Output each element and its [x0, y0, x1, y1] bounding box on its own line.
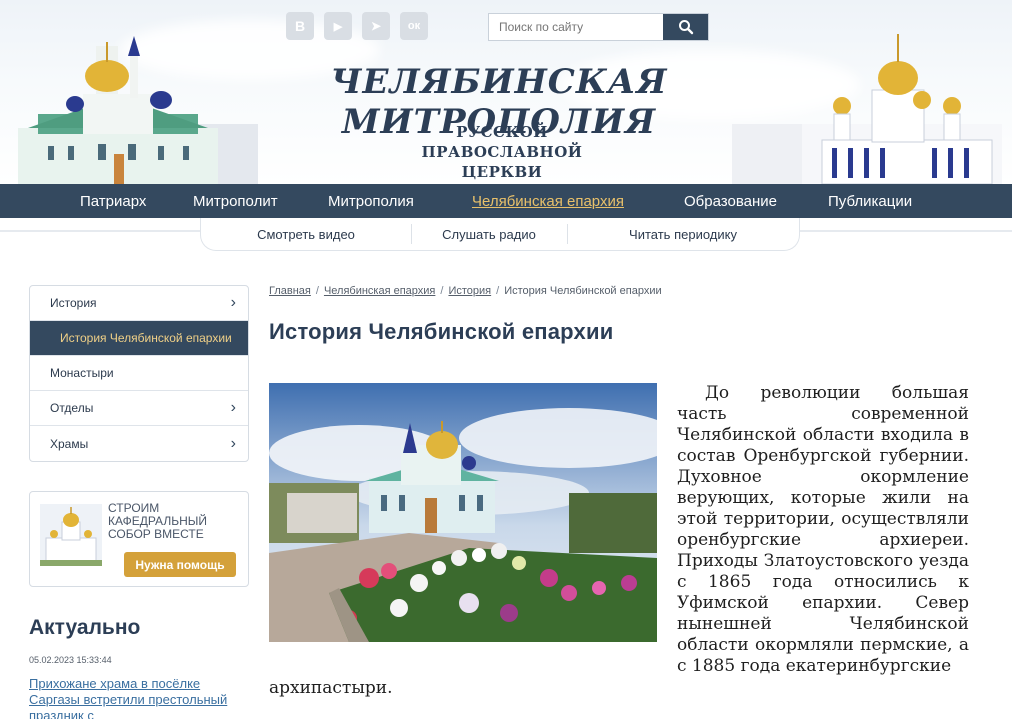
nav-item-education[interactable]: Образование — [684, 193, 777, 210]
breadcrumb-separator: / — [440, 285, 444, 297]
sidebar-item-label: Монастыри — [50, 366, 114, 380]
chevron-right-icon: › — [230, 434, 236, 452]
sidebar-item-label: История — [50, 296, 97, 310]
search-form — [488, 13, 709, 41]
article-text-continued: архипастыри. — [269, 678, 393, 698]
breadcrumb-eparchy[interactable]: Челябинская епархия — [324, 285, 435, 297]
breadcrumb-current: История Челябинской епархии — [504, 285, 662, 297]
article-text: До революции большая часть современной Ч… — [677, 383, 969, 676]
news-date: 05.02.2023 15:33:44 — [29, 655, 112, 665]
site-subtitle: РУССКОЙ ПРАВОСЛАВНОЙ ЦЕРКВИ — [421, 123, 583, 181]
sidebar-menu: История › История Челябинской епархии Мо… — [29, 285, 249, 462]
search-icon — [678, 20, 693, 35]
promo-text: СТРОИМ КАФЕДРАЛЬНЫЙ СОБОР ВМЕСТЕ — [108, 501, 207, 541]
chevron-right-icon: › — [230, 294, 236, 311]
nav-item-metropolitan[interactable]: Митрополит — [193, 193, 278, 210]
news-link[interactable]: Прихожане храма в посёлке Саргазы встрет… — [29, 676, 239, 719]
breadcrumb: Главная / Челябинская епархия / История / Исто… — [269, 285, 662, 297]
breadcrumb-separator: / — [496, 285, 500, 297]
read-periodicals-link[interactable]: Читать периодику — [567, 227, 799, 242]
sidebar-item-churches[interactable]: Храмы › — [30, 426, 248, 461]
chevron-right-icon: › — [230, 399, 236, 416]
site-header: В ▶ ➤ ок ЧЕЛЯБИНСКАЯ МИТРОПОЛИЯ РУССКОЙ … — [0, 0, 1012, 184]
page-title: История Челябинской епархии — [269, 319, 614, 344]
search-input[interactable] — [489, 14, 663, 40]
main-navigation: Патриарх Митрополит Митрополия Челябинск… — [0, 184, 1012, 218]
sidebar-item-history[interactable]: История › — [30, 286, 248, 321]
sidebar-item-departments[interactable]: Отделы › — [30, 391, 248, 426]
breadcrumb-history[interactable]: История — [448, 285, 491, 297]
nav-item-patriarch[interactable]: Патриарх — [80, 193, 146, 210]
odnoklassniki-icon[interactable]: ок — [400, 12, 428, 40]
sub-navigation-area: Смотреть видео Слушать радио Читать пери… — [0, 218, 1012, 252]
listen-radio-link[interactable]: Слушать радио — [412, 227, 567, 242]
youtube-icon[interactable]: ▶ — [324, 12, 352, 40]
breadcrumb-home[interactable]: Главная — [269, 285, 311, 297]
nav-item-metropoly[interactable]: Митрополия — [328, 193, 414, 210]
nav-item-chelyabinsk-eparchy[interactable]: Челябинская епархия — [472, 193, 624, 210]
cathedral-right-image — [732, 34, 1002, 184]
sidebar-item-monasteries[interactable]: Монастыри — [30, 356, 248, 391]
sidebar-item-label: Храмы — [50, 436, 89, 451]
cathedral-donation-banner[interactable]: СТРОИМ КАФЕДРАЛЬНЫЙ СОБОР ВМЕСТЕ Нужна п… — [29, 491, 249, 587]
nav-item-publications[interactable]: Публикации — [828, 193, 912, 210]
news-heading: Актуально — [29, 616, 141, 639]
search-button[interactable] — [663, 14, 708, 40]
sidebar-item-label: История Челябинской епархии — [60, 331, 232, 345]
sub-navigation: Смотреть видео Слушать радио Читать пери… — [200, 218, 800, 251]
vk-icon[interactable]: В — [286, 12, 314, 40]
sidebar-item-eparchy-history[interactable]: История Челябинской епархии — [30, 321, 248, 356]
watch-video-link[interactable]: Смотреть видео — [201, 227, 411, 242]
need-help-button[interactable]: Нужна помощь — [124, 552, 236, 577]
sidebar-item-label: Отделы — [50, 401, 94, 415]
cathedral-left-image — [18, 36, 258, 184]
telegram-icon[interactable]: ➤ — [362, 12, 390, 40]
breadcrumb-separator: / — [315, 285, 319, 297]
cathedral-photo — [269, 383, 657, 642]
cathedral-thumbnail-image — [40, 504, 102, 566]
